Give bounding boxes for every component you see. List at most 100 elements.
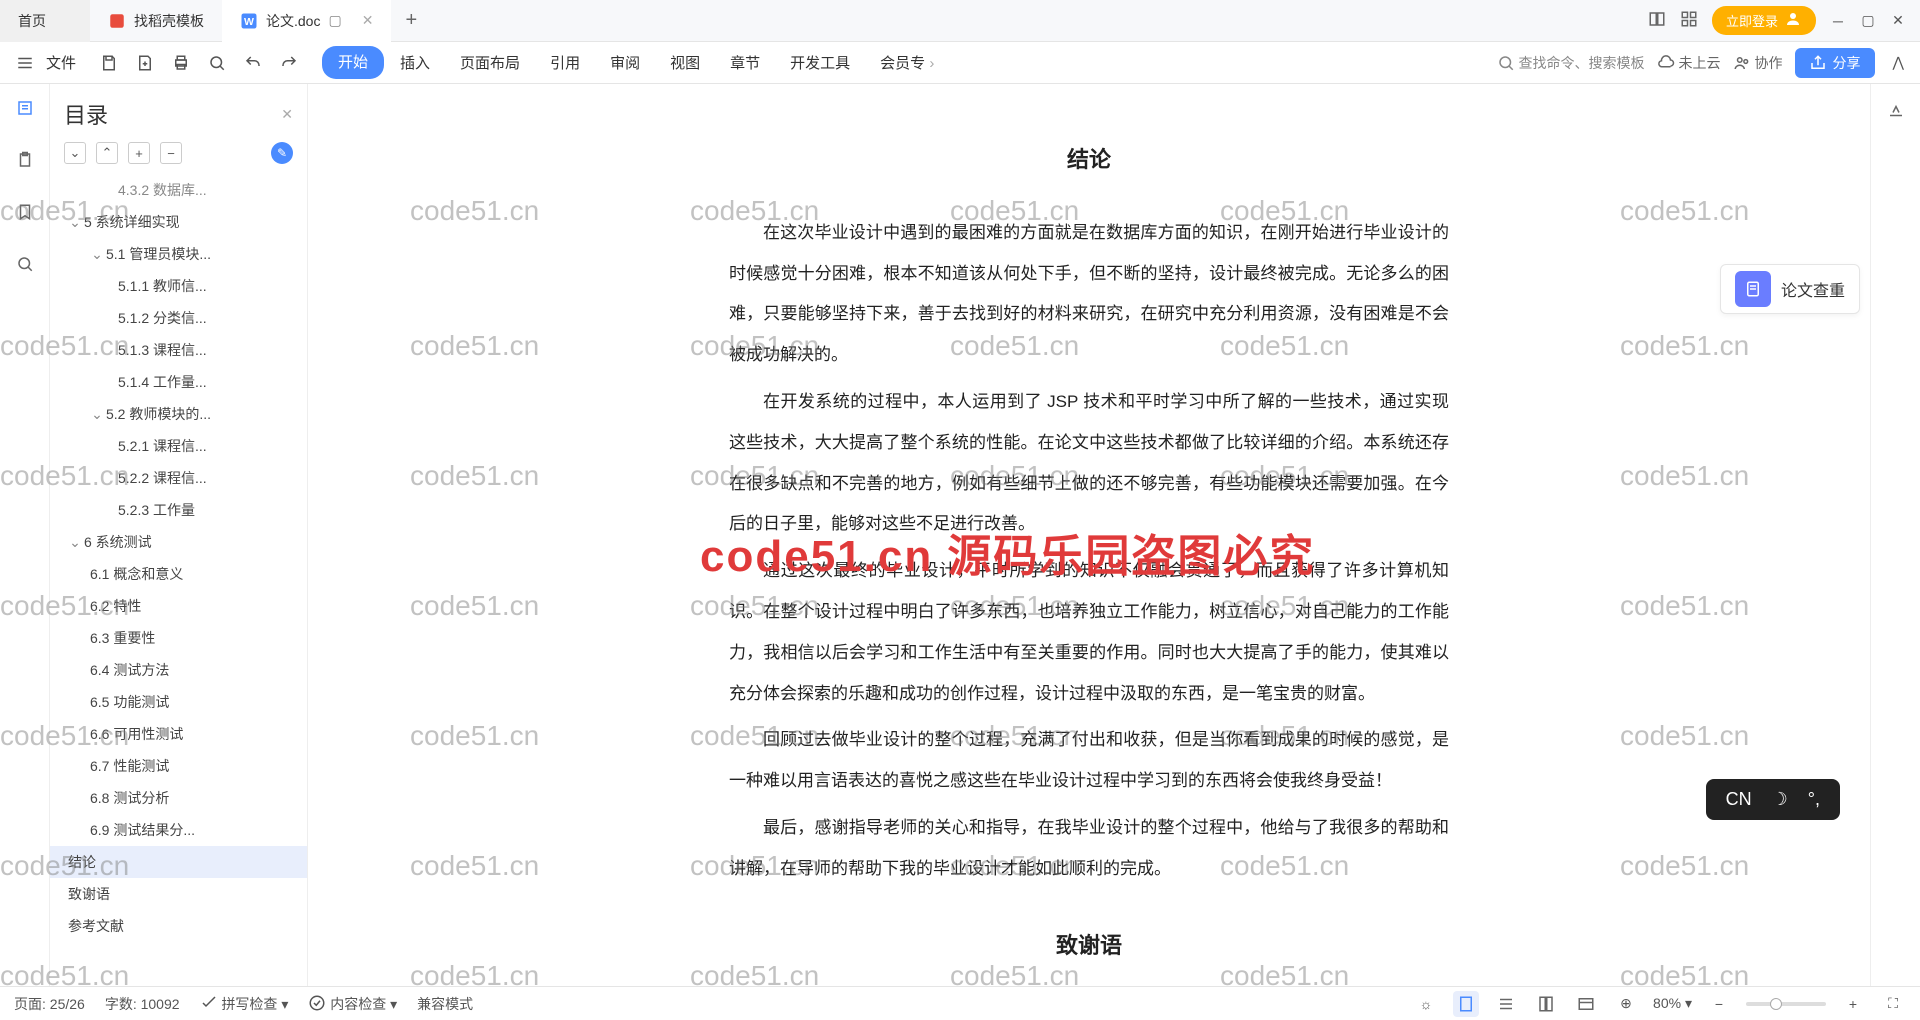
plagiarism-check-button[interactable]: 论文查重	[1720, 264, 1860, 314]
web-view-icon[interactable]	[1533, 991, 1559, 1017]
menu-start[interactable]: 开始	[322, 46, 384, 79]
zoom-slider[interactable]	[1746, 1002, 1826, 1006]
menu-icon[interactable]	[10, 50, 40, 76]
toc-item[interactable]: 6.7 性能测试	[50, 750, 307, 782]
collapse-ribbon-icon[interactable]: ⋀	[1887, 50, 1910, 75]
preview-icon[interactable]	[202, 50, 232, 76]
format-panel-icon[interactable]	[1887, 102, 1905, 123]
page-number[interactable]: 页面: 25/26	[14, 994, 85, 1014]
menu-pagelayout[interactable]: 页面布局	[446, 46, 534, 79]
expand-all-icon[interactable]: ⌃	[96, 142, 118, 164]
toc-item[interactable]: 5.2.1 课程信...	[50, 430, 307, 462]
toc-sidebar: 目录 ✕ ⌄ ⌃ + − ✎ 4.3.2 数据库... ⌄5 系统详细实现⌄5.…	[50, 84, 308, 986]
outline-icon[interactable]	[11, 94, 39, 122]
close-window-icon[interactable]: ✕	[1890, 13, 1906, 29]
toc-item[interactable]: 6.9 测试结果分...	[50, 814, 307, 846]
toc-item[interactable]: 5.2.2 课程信...	[50, 462, 307, 494]
minimize-icon[interactable]: ─	[1830, 13, 1846, 29]
toc-item[interactable]: 6.8 测试分析	[50, 782, 307, 814]
menu-insert[interactable]: 插入	[386, 46, 444, 79]
tab-document[interactable]: W 论文.doc ▢ ✕	[222, 0, 391, 42]
command-search[interactable]: 查找命令、搜索模板	[1497, 53, 1645, 73]
add-tab-button[interactable]: +	[391, 9, 431, 32]
toc-item[interactable]: 6.6 可用性测试	[50, 718, 307, 750]
save-icon[interactable]	[94, 50, 124, 76]
fullscreen-icon[interactable]: ⛶	[1880, 991, 1906, 1017]
toc-item[interactable]: 5.1.4 工作量...	[50, 366, 307, 398]
toc-item[interactable]: 5.1.1 教师信...	[50, 270, 307, 302]
content-check-button[interactable]: 内容检查 ▾	[308, 994, 397, 1014]
ime-settings-icon: °,	[1808, 789, 1820, 810]
toc-item[interactable]: 5.1.3 课程信...	[50, 334, 307, 366]
tab-home[interactable]: 首页	[0, 0, 90, 42]
collaborate-button[interactable]: 协作	[1733, 53, 1783, 73]
add-heading-icon[interactable]: +	[128, 142, 150, 164]
markup-view-icon[interactable]	[1573, 991, 1599, 1017]
layout-icon[interactable]	[1648, 10, 1666, 31]
document-check-icon	[1735, 271, 1771, 307]
cloud-sync[interactable]: 未上云	[1657, 53, 1721, 73]
toc-item[interactable]: ⌄5.2 教师模块的...	[50, 398, 307, 430]
compat-mode[interactable]: 兼容模式	[417, 994, 473, 1014]
toc-badge-icon[interactable]: ✎	[271, 142, 293, 164]
menu-review[interactable]: 审阅	[596, 46, 654, 79]
toc-list[interactable]: 4.3.2 数据库... ⌄5 系统详细实现⌄5.1 管理员模块...5.1.1…	[50, 174, 307, 986]
spellcheck-button[interactable]: 拼写检查 ▾	[200, 994, 289, 1014]
toc-item[interactable]: 6.5 功能测试	[50, 686, 307, 718]
toc-item[interactable]: ⌄6 系统测试	[50, 526, 307, 558]
toc-item[interactable]: 6.2 特性	[50, 590, 307, 622]
toc-item[interactable]: 5.2.3 工作量	[50, 494, 307, 526]
share-button[interactable]: 分享	[1795, 48, 1875, 78]
print-icon[interactable]	[166, 50, 196, 76]
zoom-in-icon[interactable]: +	[1840, 991, 1866, 1017]
window-restore-icon[interactable]: ▢	[328, 12, 341, 29]
remove-heading-icon[interactable]: −	[160, 142, 182, 164]
save-as-icon[interactable]	[130, 50, 160, 76]
toc-item[interactable]: 致谢语	[50, 878, 307, 910]
toc-item[interactable]: 4.3.2 数据库...	[50, 174, 307, 206]
toc-item[interactable]: 6.1 概念和意义	[50, 558, 307, 590]
zoom-level[interactable]: 80% ▾	[1653, 995, 1692, 1012]
toc-item[interactable]: ⌄5 系统详细实现	[50, 206, 307, 238]
file-menu[interactable]: 文件	[46, 52, 76, 73]
reading-mode-icon[interactable]: ☼	[1413, 991, 1439, 1017]
heading-thanks: 致谢语	[729, 920, 1449, 973]
toc-item[interactable]: 6.4 测试方法	[50, 654, 307, 686]
search-rail-icon[interactable]	[11, 250, 39, 278]
toc-item[interactable]: 结论	[50, 846, 307, 878]
menu-devtools[interactable]: 开发工具	[776, 46, 864, 79]
body-text: 在开发系统的过程中，本人运用到了 JSP 技术和平时学习中所了解的一些技术，通过…	[729, 382, 1449, 545]
right-rail	[1870, 84, 1920, 986]
toc-item[interactable]: 5.1.2 分类信...	[50, 302, 307, 334]
page-view-icon[interactable]	[1453, 991, 1479, 1017]
tab-template[interactable]: 找稻壳模板	[90, 0, 222, 42]
collapse-all-icon[interactable]: ⌄	[64, 142, 86, 164]
menu-view[interactable]: 视图	[656, 46, 714, 79]
menu-member[interactable]: 会员专 ›	[866, 46, 948, 79]
word-count[interactable]: 字数: 10092	[105, 994, 180, 1014]
menu-references[interactable]: 引用	[536, 46, 594, 79]
body-text: 回顾过去做毕业设计的整个过程，充满了付出和收获，但是当你看到成果的时候的感觉，是…	[729, 720, 1449, 802]
toc-item[interactable]: 参考文献	[50, 910, 307, 942]
goto-icon[interactable]: ⊕	[1613, 991, 1639, 1017]
bookmark-icon[interactable]	[11, 198, 39, 226]
toc-item[interactable]: ⌄5.1 管理员模块...	[50, 238, 307, 270]
toc-item[interactable]: 6.3 重要性	[50, 622, 307, 654]
outline-view-icon[interactable]	[1493, 991, 1519, 1017]
login-button[interactable]: 立即登录	[1712, 6, 1816, 35]
svg-text:W: W	[244, 15, 254, 27]
menu-chapter[interactable]: 章节	[716, 46, 774, 79]
sidebar-close-icon[interactable]: ✕	[281, 106, 293, 123]
document-area[interactable]: ▾ 结论 在这次毕业设计中遇到的最困难的方面就是在数据库方面的知识，在刚开始进行…	[308, 84, 1870, 986]
close-tab-icon[interactable]: ✕	[362, 12, 374, 29]
clipboard-icon[interactable]	[11, 146, 39, 174]
body-text: 通过这次最终的毕业设计，平时所学到的知识不仅融会贯通了，而且获得了许多计算机知识…	[729, 551, 1449, 714]
template-icon	[108, 12, 126, 30]
moon-icon: ☽	[1772, 789, 1788, 810]
maximize-icon[interactable]: ▢	[1860, 13, 1876, 29]
undo-icon[interactable]	[238, 50, 268, 76]
body-text: 在这次毕业设计中遇到的最困难的方面就是在数据库方面的知识，在刚开始进行毕业设计的…	[729, 213, 1449, 376]
redo-icon[interactable]	[274, 50, 304, 76]
apps-icon[interactable]	[1680, 10, 1698, 31]
zoom-out-icon[interactable]: −	[1706, 991, 1732, 1017]
